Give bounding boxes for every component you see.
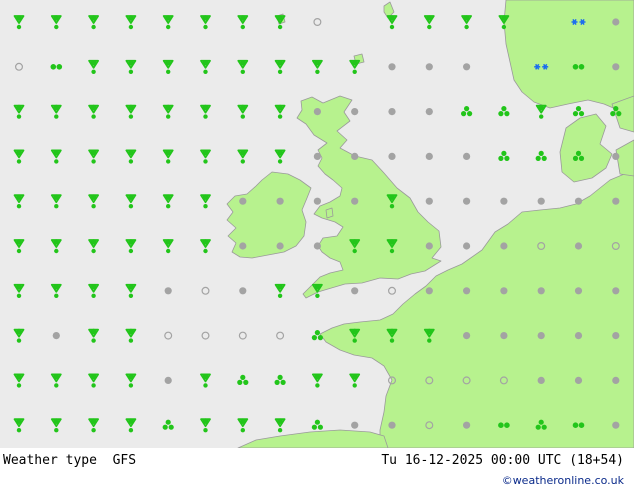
map-title: Weather type GFS	[3, 453, 137, 468]
overcast-icon	[52, 332, 60, 340]
map-footer: Weather type GFS Tu 16-12-2025 00:00 UTC…	[0, 448, 634, 490]
overcast-icon	[164, 376, 172, 384]
overcast-icon	[574, 242, 583, 250]
overcast-icon	[388, 152, 396, 160]
overcast-icon	[537, 332, 545, 340]
isle-of-man	[325, 207, 334, 219]
map-canvas	[0, 0, 634, 449]
overcast-icon	[313, 152, 321, 160]
overcast-icon	[463, 287, 471, 295]
overcast-icon	[463, 197, 471, 205]
overcast-icon	[574, 287, 583, 295]
overcast-icon	[425, 63, 433, 71]
overcast-icon	[351, 287, 359, 295]
overcast-icon	[425, 287, 433, 295]
overcast-icon	[351, 197, 359, 205]
credit-link[interactable]: ©weatheronline.co.uk	[502, 474, 624, 487]
overcast-icon	[537, 376, 545, 384]
overcast-icon	[612, 197, 620, 205]
overcast-icon	[425, 108, 433, 116]
overcast-icon	[276, 197, 284, 205]
overcast-icon	[537, 287, 545, 295]
overcast-icon	[425, 197, 433, 205]
overcast-icon	[239, 197, 247, 205]
overcast-icon	[500, 197, 508, 205]
overcast-icon	[612, 332, 620, 340]
overcast-icon	[351, 152, 359, 160]
overcast-icon	[351, 108, 359, 116]
overcast-icon	[313, 242, 321, 250]
overcast-icon	[463, 332, 471, 340]
overcast-icon	[463, 242, 471, 250]
overcast-icon	[463, 421, 471, 429]
overcast-icon	[388, 63, 396, 71]
overcast-icon	[612, 152, 620, 160]
overcast-icon	[574, 332, 583, 340]
overcast-icon	[313, 197, 321, 205]
overcast-icon	[537, 197, 545, 205]
overcast-icon	[500, 287, 508, 295]
overcast-icon	[388, 421, 396, 429]
overcast-icon	[574, 197, 583, 205]
overcast-icon	[612, 18, 620, 26]
overcast-icon	[239, 287, 247, 295]
overcast-icon	[574, 376, 583, 384]
overcast-icon	[313, 108, 321, 116]
valid-time: Tu 16-12-2025 00:00 UTC (18+54)	[381, 453, 624, 468]
overcast-icon	[463, 63, 471, 71]
overcast-icon	[164, 287, 172, 295]
overcast-icon	[425, 242, 433, 250]
weather-map	[0, 0, 634, 449]
overcast-icon	[612, 376, 620, 384]
overcast-icon	[388, 108, 396, 116]
overcast-icon	[500, 332, 508, 340]
overcast-icon	[463, 152, 471, 160]
overcast-icon	[612, 287, 620, 295]
overcast-icon	[276, 242, 284, 250]
overcast-icon	[239, 242, 247, 250]
overcast-icon	[425, 152, 433, 160]
overcast-icon	[500, 242, 508, 250]
overcast-icon	[612, 63, 620, 71]
overcast-icon	[351, 421, 359, 429]
overcast-icon	[612, 421, 620, 429]
